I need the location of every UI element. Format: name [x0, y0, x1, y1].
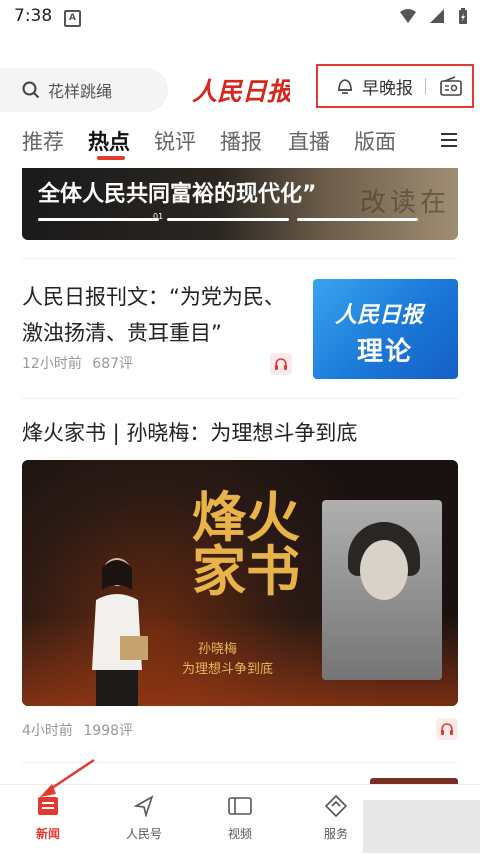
presenter-figure — [92, 558, 148, 706]
overlay-cover — [363, 800, 480, 853]
article-time: 4小时前 — [22, 723, 73, 739]
logo-text: 人民日报 — [192, 77, 290, 106]
top-bar: 花样跳绳 人民日报 早晚报 — [0, 64, 480, 116]
cover-title: 烽火家书 — [192, 485, 300, 603]
morning-evening-label: 早晚报 — [362, 78, 413, 99]
article-cover-image: 烽火家书 孙晓梅 为理想斗争到底 — [22, 460, 458, 706]
signal-icon — [430, 9, 444, 23]
article-meta: 12小时前 687评 — [22, 353, 139, 373]
article-comments: 687评 — [92, 356, 134, 372]
people-daily-logo: 人民日报 — [190, 72, 296, 108]
banner-pager — [38, 218, 418, 221]
nav-video-label: 视频 — [227, 827, 252, 841]
news-icon — [38, 797, 58, 815]
tab-redian[interactable]: 热点 — [88, 126, 130, 156]
status-time: 7:38 — [14, 6, 53, 26]
nav-renminhao-label: 人民号 — [125, 827, 162, 841]
divider — [22, 762, 458, 763]
pager-segment — [167, 218, 289, 221]
tab-tuijian[interactable]: 推荐 — [22, 126, 64, 156]
article-card[interactable]: 人民日报刊文：“为党为民、激浊扬清、贵耳重目” 12小时前 687评 人民日报 … — [22, 279, 458, 379]
tab-ruiping[interactable]: 锐评 — [154, 126, 196, 156]
banner-title: 全体人民共同富裕的现代化” — [38, 182, 317, 207]
wifi-icon — [400, 9, 416, 23]
status-icons — [400, 8, 468, 24]
article-title: 烽火家书 | 孙晓梅：为理想斗争到底 — [22, 421, 358, 445]
banner-page-number: 01 — [153, 212, 164, 221]
nav-news-label: 新闻 — [35, 827, 60, 841]
active-tab-indicator — [97, 156, 125, 160]
menu-icon[interactable] — [440, 132, 458, 148]
battery-icon — [459, 8, 467, 24]
channel-tabs: 推荐 热点 锐评 播报 直播 版面 — [0, 120, 480, 164]
listen-button[interactable] — [270, 353, 292, 375]
tab-bobao[interactable]: 播报 — [220, 126, 262, 156]
bell-icon — [338, 79, 352, 94]
divider — [22, 398, 458, 399]
header-actions-box: 早晚报 — [316, 64, 474, 108]
article-comments: 1998评 — [83, 723, 134, 739]
notification-app-icon: A — [64, 10, 81, 27]
cover-subtitle-name: 孙晓梅 — [198, 642, 238, 657]
article-title: 人民日报刊文：“为党为民、激浊扬清、贵耳重目” — [22, 285, 285, 345]
featured-banner[interactable]: 改读在 全体人民共同富裕的现代化” 01 — [22, 168, 458, 240]
headphone-icon — [275, 358, 287, 370]
tabs-fade — [410, 120, 438, 164]
article-meta: 4小时前 1998评 — [22, 720, 139, 740]
morning-evening-button[interactable]: 早晚报 — [336, 74, 413, 99]
listen-button[interactable] — [436, 718, 458, 740]
diamond-icon — [324, 794, 348, 818]
nav-video[interactable]: 视频 — [200, 795, 280, 842]
article-thumbnail: 人民日报 理论 — [313, 279, 458, 379]
tab-zhibo[interactable]: 直播 — [288, 126, 330, 156]
pager-segment — [296, 218, 418, 221]
pager-segment — [38, 218, 160, 221]
paper-plane-icon — [133, 795, 154, 818]
nav-renminhao[interactable]: 人民号 — [104, 795, 184, 842]
banner-background-art: 改读在 — [359, 188, 450, 218]
header-separator — [425, 78, 426, 94]
radio-icon[interactable] — [440, 76, 462, 96]
cover-subtitle-quote: 为理想斗争到底 — [182, 662, 274, 677]
divider — [22, 258, 458, 259]
search-icon — [22, 81, 40, 99]
thumbnail-logo: 人民日报 — [335, 302, 424, 328]
thumbnail-label: 理论 — [357, 337, 414, 367]
tab-banmian[interactable]: 版面 — [354, 126, 396, 156]
nav-news[interactable]: 新闻 — [8, 795, 88, 842]
portrait-face — [360, 540, 408, 600]
search-box[interactable]: 花样跳绳 — [0, 68, 168, 112]
status-bar: 7:38 A — [0, 0, 480, 34]
search-placeholder: 花样跳绳 — [48, 82, 113, 101]
video-icon — [228, 797, 252, 815]
article-time: 12小时前 — [22, 356, 82, 372]
headphone-icon — [441, 723, 453, 735]
